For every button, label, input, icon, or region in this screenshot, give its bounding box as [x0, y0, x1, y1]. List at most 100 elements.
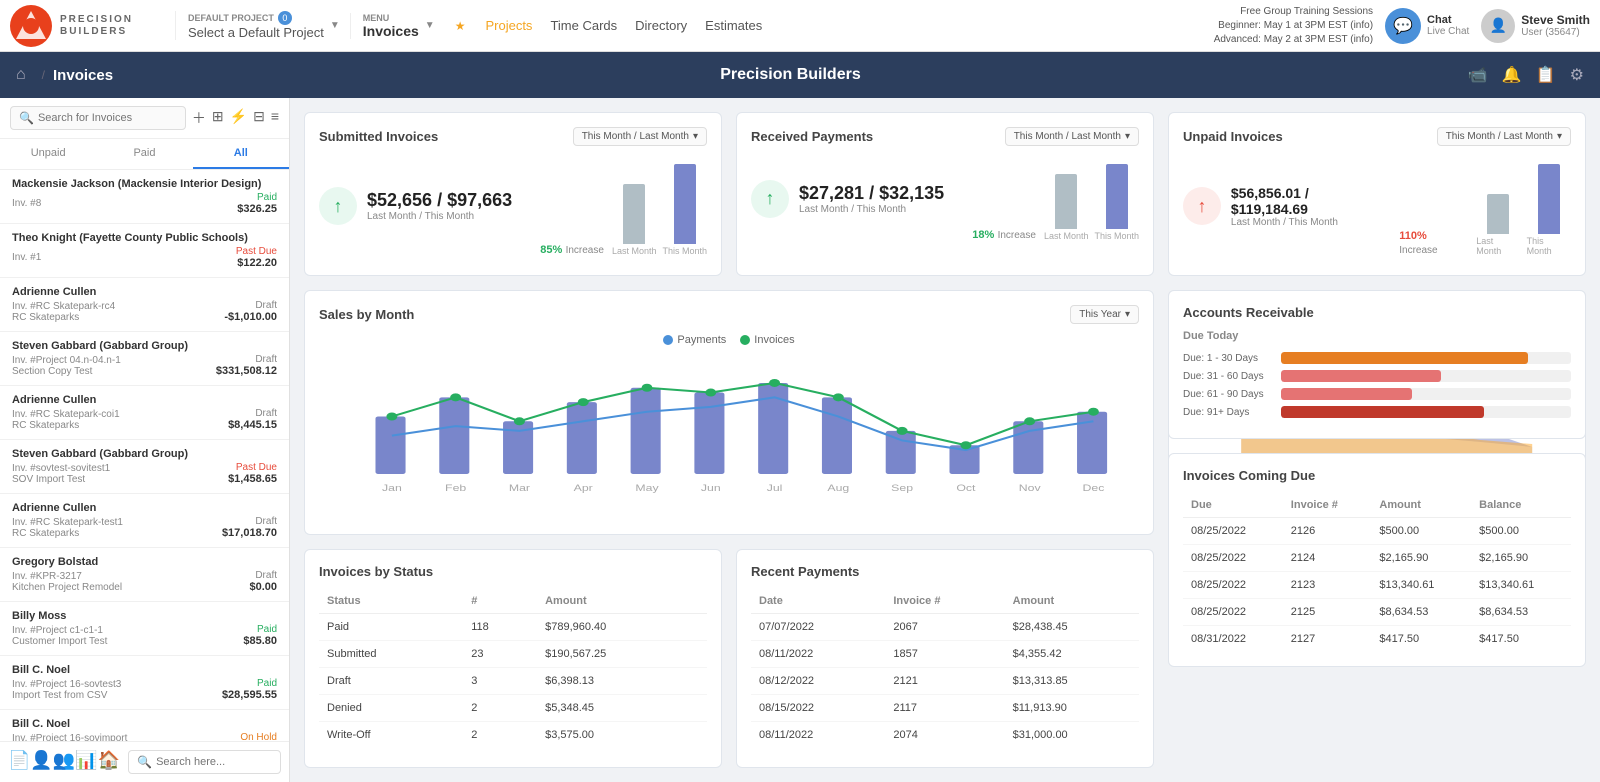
invoice-status-amount: Draft $0.00 — [249, 570, 277, 593]
invoice-status-badge: Draft — [255, 570, 277, 581]
list-item[interactable]: Adrienne Cullen Inv. #RC Skatepark-test1… — [0, 494, 289, 548]
list-item[interactable]: Bill C. Noel Inv. #Project 16-sovimport … — [0, 710, 289, 741]
user-profile[interactable]: 👤 Steve Smith User (35647) — [1481, 9, 1590, 43]
list-item[interactable]: Adrienne Cullen Inv. #RC Skatepark-rc4 R… — [0, 278, 289, 332]
live-chat-button[interactable]: 💬 Chat Live Chat — [1385, 8, 1469, 44]
invoice-ref: Inv. #8 — [12, 198, 41, 209]
status-cell: Draft — [319, 667, 463, 694]
sidebar-toolbar: 🔍 ＋ ⊞ ⚡ ⊟ ≡ — [0, 98, 289, 139]
grid-icon[interactable]: ⊞ — [212, 108, 224, 128]
submitted-invoices-dropdown[interactable]: This Month / Last Month ▾ — [573, 127, 707, 146]
nav-link-timecards[interactable]: Time Cards — [550, 18, 617, 33]
amount-cell: $28,438.45 — [1005, 613, 1139, 640]
table-row[interactable]: 08/31/2022 2127 $417.50 $417.50 — [1183, 626, 1571, 653]
table-row[interactable]: Submitted 23 $190,567.25 — [319, 640, 707, 667]
invoice-num-cell: 2125 — [1283, 599, 1372, 626]
add-icon[interactable]: ＋ — [192, 108, 206, 128]
list-icon[interactable]: ≡ — [271, 108, 279, 128]
bottom-search-input[interactable] — [156, 756, 272, 768]
invoice-ref: Inv. #RC Skatepark-rc4 — [12, 301, 115, 312]
list-item[interactable]: Gregory Bolstad Inv. #KPR-3217 Kitchen P… — [0, 548, 289, 602]
invoice-list: Mackensie Jackson (Mackensie Interior De… — [0, 170, 289, 741]
date-cell: 07/07/2022 — [751, 613, 885, 640]
received-trend-icon: ↑ — [751, 180, 789, 218]
invoice-project: Section Copy Test — [12, 366, 121, 377]
list-item[interactable]: Bill C. Noel Inv. #Project 16-sovtest3 I… — [0, 656, 289, 710]
table-row[interactable]: Denied 2 $5,348.45 — [319, 694, 707, 721]
bar-this-month — [674, 164, 696, 244]
legend-invoices: Invoices — [740, 334, 794, 346]
table-row[interactable]: 08/11/2022 2074 $31,000.00 — [751, 721, 1139, 748]
ar-due-today: Due Today — [1183, 330, 1571, 342]
status-cell: Paid — [319, 613, 463, 640]
amount-cell: $789,960.40 — [537, 613, 707, 640]
received-payments-dropdown[interactable]: This Month / Last Month ▾ — [1005, 127, 1139, 146]
received-payments-header: Received Payments This Month / Last Mont… — [751, 127, 1139, 146]
table-row[interactable]: 08/25/2022 2125 $8,634.53 $8,634.53 — [1183, 599, 1571, 626]
table-row[interactable]: Paid 118 $789,960.40 — [319, 613, 707, 640]
received-payments-metric: ↑ $27,281 / $32,135 Last Month / This Mo… — [751, 156, 1139, 241]
recent-payments-header: Recent Payments — [751, 564, 1139, 579]
nav-link-directory[interactable]: Directory — [635, 18, 687, 33]
list-item[interactable]: Mackensie Jackson (Mackensie Interior De… — [0, 170, 289, 224]
table-row[interactable]: Draft 3 $6,398.13 — [319, 667, 707, 694]
svg-text:May: May — [635, 484, 659, 494]
search-input[interactable] — [38, 112, 177, 124]
table-row[interactable]: 07/07/2022 2067 $28,438.45 — [751, 613, 1139, 640]
video-icon[interactable]: 📹 — [1468, 65, 1488, 85]
invoice-ref: Inv. #Project c1-c1-1 — [12, 625, 107, 636]
invoice-client: Adrienne Cullen — [12, 502, 277, 514]
unpaid-invoices-dropdown[interactable]: This Month / Last Month ▾ — [1437, 127, 1571, 146]
settings-icon[interactable]: ⚙ — [1570, 65, 1584, 85]
table-row[interactable]: 08/25/2022 2126 $500.00 $500.00 — [1183, 518, 1571, 545]
home-bottom-icon[interactable]: 🏠 — [98, 750, 120, 774]
invoice-status-badge: Draft — [255, 300, 277, 311]
nav-link-projects[interactable]: Projects — [485, 18, 532, 33]
contacts-bottom-icon[interactable]: 👤 — [30, 750, 52, 774]
invoices-bottom-icon[interactable]: 📄 — [8, 750, 30, 774]
svg-text:Mar: Mar — [509, 484, 531, 494]
people-bottom-icon[interactable]: 👥 — [53, 750, 75, 774]
tab-all[interactable]: All — [193, 139, 289, 169]
left-sidebar: 🔍 ＋ ⊞ ⚡ ⊟ ≡ Unpaid Paid All Mackensie Ja… — [0, 98, 290, 782]
sales-dropdown[interactable]: This Year ▾ — [1070, 305, 1139, 324]
reports-bottom-icon[interactable]: 📊 — [75, 750, 97, 774]
invoice-ref: Inv. #Project 16-sovimport — [12, 733, 127, 742]
view-icon[interactable]: ⊟ — [253, 108, 265, 128]
table-row[interactable]: 08/11/2022 1857 $4,355.42 — [751, 640, 1139, 667]
list-item[interactable]: Steven Gabbard (Gabbard Group) Inv. #Pro… — [0, 332, 289, 386]
invoice-project: RC Skateparks — [12, 528, 123, 539]
table-row[interactable]: 08/15/2022 2117 $11,913.90 — [751, 694, 1139, 721]
filter-icon[interactable]: ⚡ — [230, 108, 247, 128]
logo-text: PRECISION BUILDERS — [60, 14, 133, 38]
home-icon[interactable]: ⌂ — [16, 66, 26, 84]
sales-chart: JanFebMarAprMayJunJulAugSepOctNovDec — [319, 354, 1139, 514]
menu-area[interactable]: MENU Invoices ▼ — [350, 13, 435, 39]
table-row[interactable]: 08/12/2022 2121 $13,313.85 — [751, 667, 1139, 694]
ar-bar-inner — [1281, 406, 1484, 418]
default-project-selector[interactable]: DEFAULT PROJECT 0 Select a Default Proje… — [175, 11, 340, 40]
bottom-search-box[interactable]: 🔍 — [128, 750, 281, 774]
list-item[interactable]: Steven Gabbard (Gabbard Group) Inv. #sov… — [0, 440, 289, 494]
invoice-search-box[interactable]: 🔍 — [10, 106, 186, 130]
invoice-status-amount: Paid $28,595.55 — [222, 678, 277, 701]
second-nav-right-icons: 📹 🔔 📋 ⚙ — [1468, 65, 1584, 85]
invoice-ref: Inv. #RC Skatepark-coi1 — [12, 409, 120, 420]
invoice-status-badge: Past Due — [236, 246, 277, 257]
nav-link-estimates[interactable]: Estimates — [705, 18, 762, 33]
tab-unpaid[interactable]: Unpaid — [0, 139, 96, 169]
col-due-date: Due — [1183, 493, 1283, 518]
bell-icon[interactable]: 🔔 — [1502, 65, 1522, 85]
list-item[interactable]: Billy Moss Inv. #Project c1-c1-1 Custome… — [0, 602, 289, 656]
list-item[interactable]: Adrienne Cullen Inv. #RC Skatepark-coi1 … — [0, 386, 289, 440]
table-row[interactable]: 08/25/2022 2124 $2,165.90 $2,165.90 — [1183, 545, 1571, 572]
invoice-num-cell: 2126 — [1283, 518, 1372, 545]
star-icon: ★ — [455, 19, 466, 33]
table-row[interactable]: 08/25/2022 2123 $13,340.61 $13,340.61 — [1183, 572, 1571, 599]
clipboard-icon[interactable]: 📋 — [1536, 65, 1556, 85]
table-row[interactable]: Write-Off 2 $3,575.00 — [319, 721, 707, 748]
list-item[interactable]: Theo Knight (Fayette County Public Schoo… — [0, 224, 289, 278]
tab-paid[interactable]: Paid — [96, 139, 192, 169]
unpaid-trend-icon: ↑ — [1183, 187, 1221, 225]
invoice-amount: $122.20 — [237, 257, 277, 269]
